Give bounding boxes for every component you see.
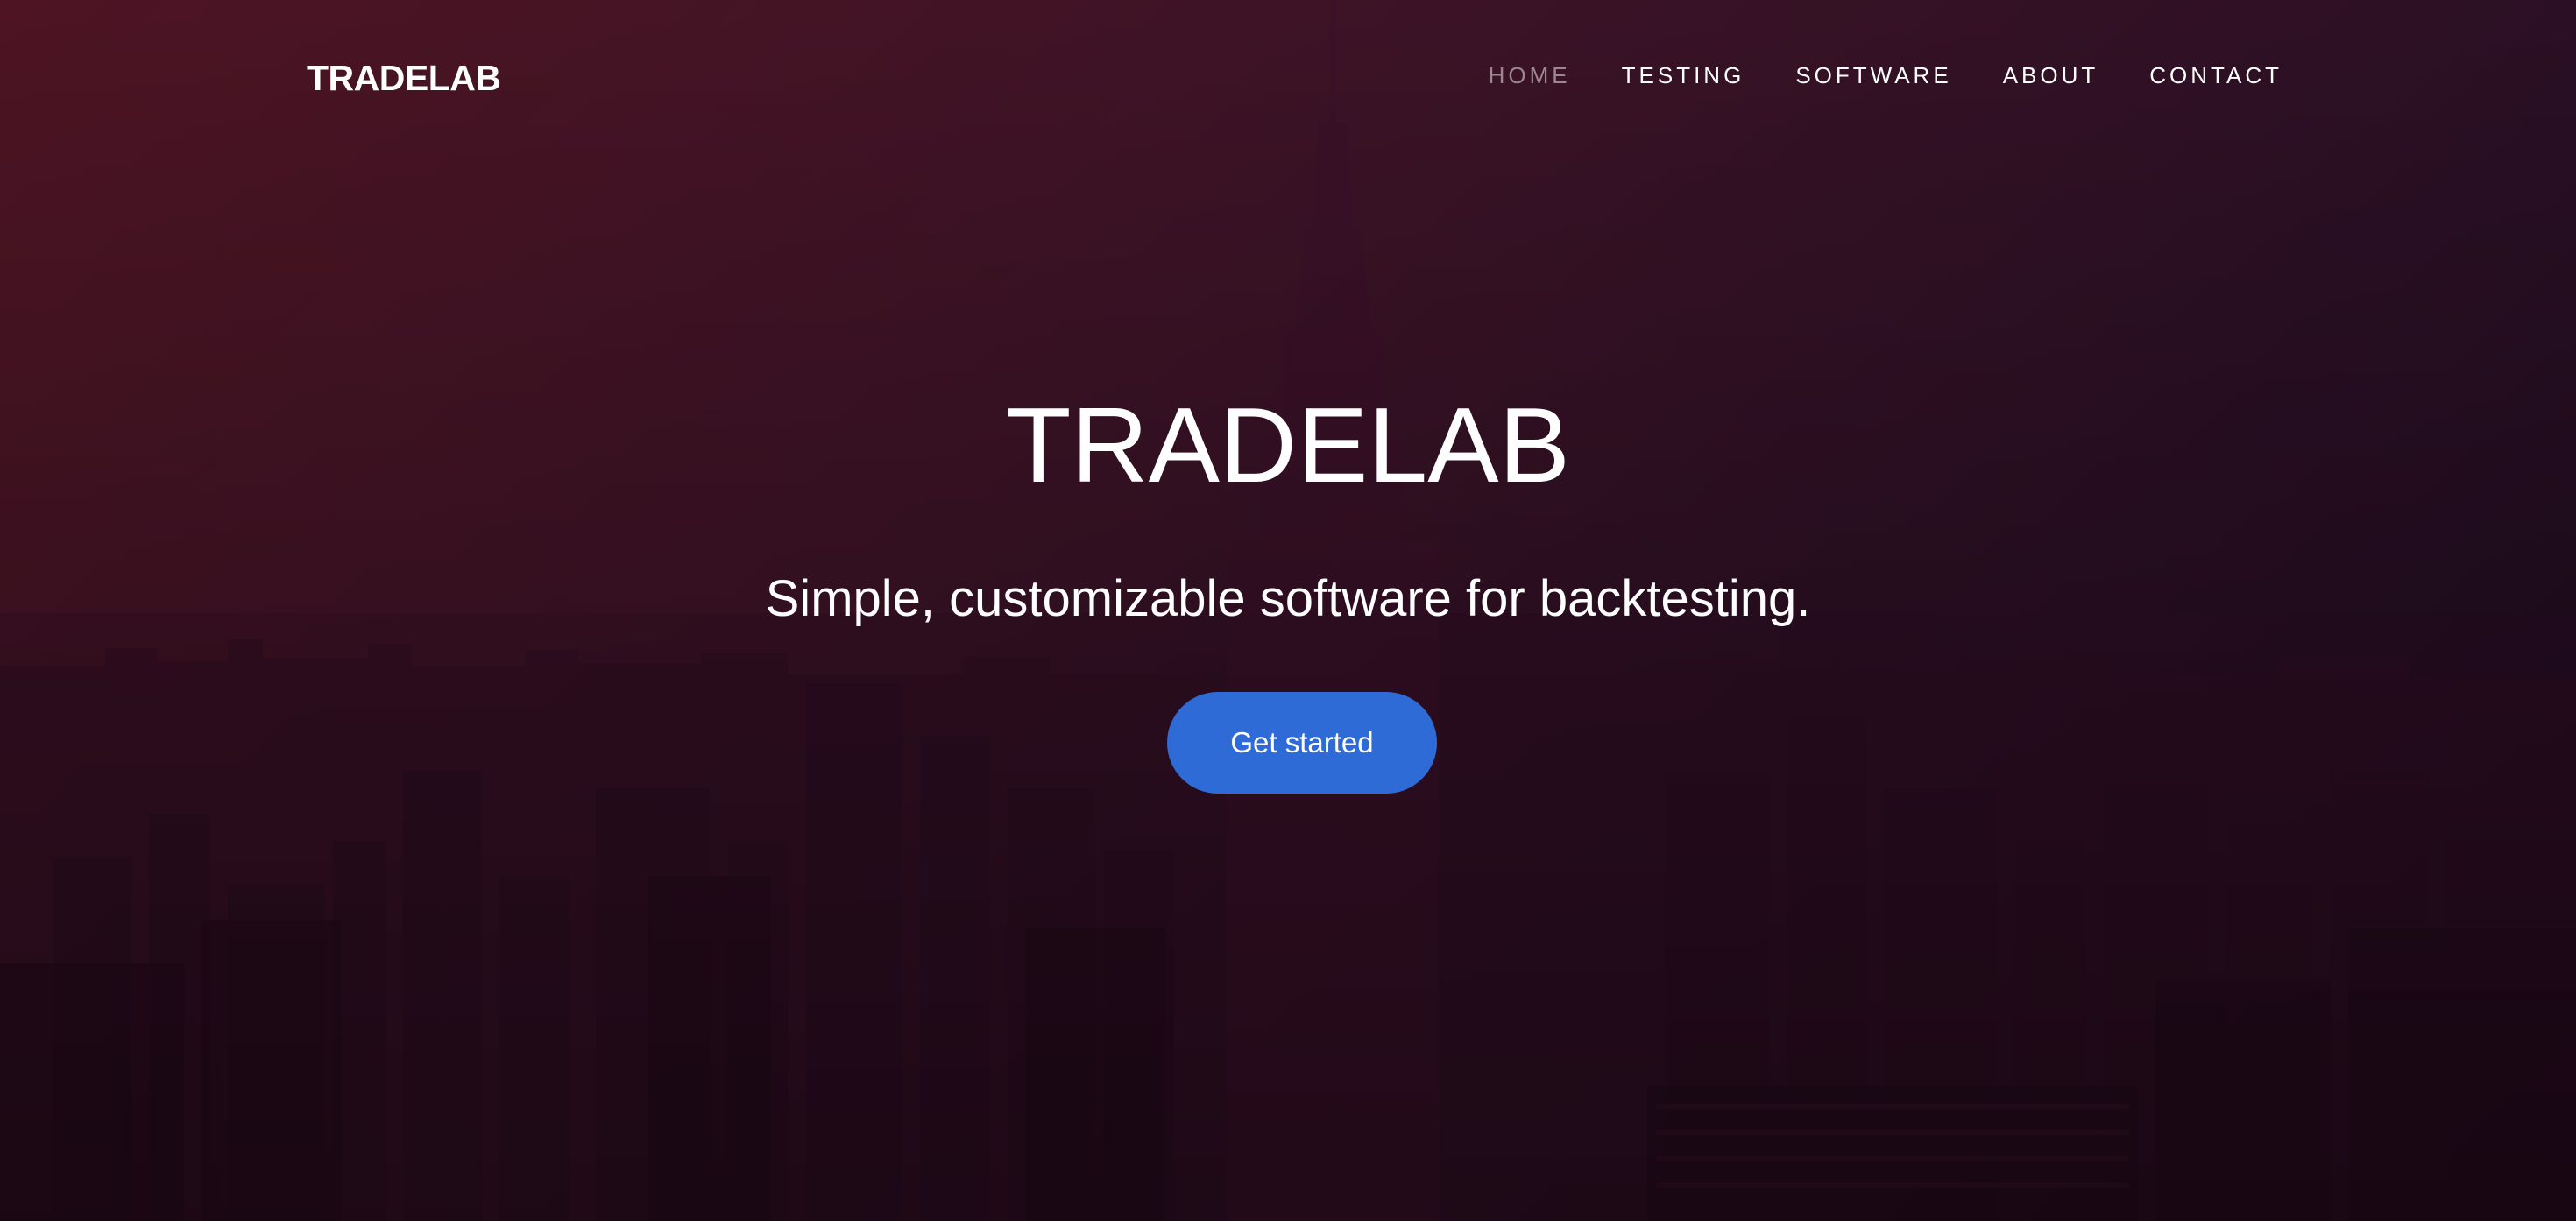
get-started-button[interactable]: Get started xyxy=(1167,692,1437,794)
hero-subtitle: Simple, customizable software for backte… xyxy=(765,570,1811,627)
top-navigation: TRADELAB HOME TESTING SOFTWARE ABOUT CON… xyxy=(0,0,2576,158)
nav-item-testing[interactable]: TESTING xyxy=(1622,62,1745,89)
nav-item-home[interactable]: HOME xyxy=(1489,62,1571,89)
nav-item-software[interactable]: SOFTWARE xyxy=(1795,62,1951,89)
nav-item-about[interactable]: ABOUT xyxy=(2003,62,2099,89)
nav-menu: HOME TESTING SOFTWARE ABOUT CONTACT xyxy=(1489,62,2282,89)
hero-title: TRADELAB xyxy=(1005,385,1571,505)
nav-item-contact[interactable]: CONTACT xyxy=(2149,62,2282,89)
hero-section: TRADELAB HOME TESTING SOFTWARE ABOUT CON… xyxy=(0,0,2576,1221)
brand-logo[interactable]: TRADELAB xyxy=(307,58,501,99)
